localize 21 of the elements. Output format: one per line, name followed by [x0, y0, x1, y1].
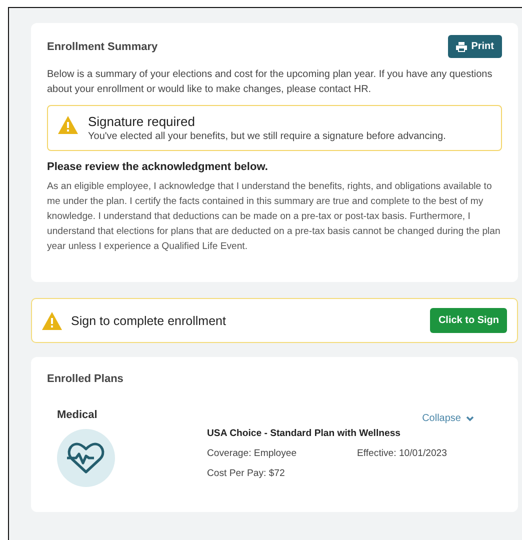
sign-message: Sign to complete enrollment — [71, 314, 227, 328]
coverage-text: Coverage: Employee — [207, 448, 298, 459]
cost-text: Cost Per Pay: $72 — [207, 468, 286, 479]
warning-icon — [42, 312, 62, 330]
acknowledgment-heading: Please review the acknowledgment below. — [47, 161, 269, 173]
print-button[interactable]: Print — [448, 35, 502, 58]
sign-button[interactable]: Click to Sign — [430, 308, 507, 333]
effective-date: Effective: 10/01/2023 — [357, 448, 447, 459]
heart-pulse-icon — [57, 429, 115, 487]
intro-text: Below is a summary of your elections and cost for the upcoming plan year. If you have any questions about your enrollment or would like to make changes, please contact HR. — [47, 68, 494, 97]
section-title: Enrolled Plans — [47, 373, 124, 385]
section-title: Enrollment Summary — [47, 40, 158, 52]
plan-category: Medical — [57, 409, 98, 421]
alert-title: Signature required — [88, 114, 196, 129]
alert-message: You've elected all your benefits, but we still require a signature before advancing. — [88, 131, 446, 142]
printer-icon — [456, 42, 468, 52]
acknowledgment-text: As an eligible employee, I acknowledge that I understand the benefits, rights, and obligations available to me under the plan. I certify the facts contained in this summary are true and complete to the best of my knowledge. I understand that deductions can be made on a pre-tax or post-tax basis. Furthermore, I understand that elections for plans that are deducted on a pre-tax basis cannot be changed during the plan year unless I experience a Qualified Life Event. — [47, 180, 502, 254]
warning-icon — [58, 116, 78, 134]
chevron-icon — [466, 416, 474, 422]
plan-name: USA Choice - Standard Plan with Wellness — [207, 428, 402, 439]
collapse-link[interactable]: Collapse — [422, 413, 474, 424]
